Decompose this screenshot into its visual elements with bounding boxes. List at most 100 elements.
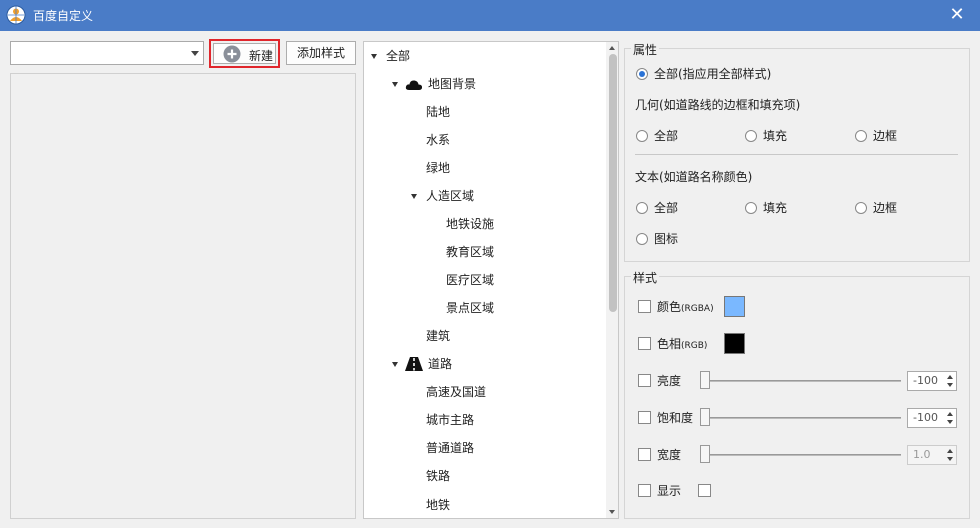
- brightness-label: 亮度: [657, 374, 682, 388]
- add-style-button[interactable]: 添加样式: [286, 41, 356, 65]
- radio-button[interactable]: [636, 130, 648, 142]
- color-swatch[interactable]: [724, 296, 745, 317]
- color-checkbox[interactable]: [638, 300, 651, 313]
- brightness-value: -100: [913, 374, 938, 387]
- saturation-slider-track[interactable]: [701, 417, 901, 419]
- radio-text-all-label: 全部: [654, 201, 679, 215]
- saturation-stepper[interactable]: -100: [907, 408, 957, 428]
- radio-geometry-border-label: 边框: [873, 129, 898, 143]
- radio-button[interactable]: [745, 202, 757, 214]
- new-button-highlight: 新建: [209, 39, 280, 68]
- stepper-up-icon[interactable]: [947, 375, 953, 379]
- visible-value-checkbox[interactable]: [698, 484, 711, 497]
- tree-item-normal-road[interactable]: 普通道路: [426, 438, 474, 458]
- radio-text-border[interactable]: 边框: [855, 199, 915, 217]
- color-label: 颜色(RGBA): [657, 298, 714, 315]
- tree-item-all[interactable]: 全部: [386, 46, 410, 66]
- new-button-label: 新建: [249, 49, 274, 63]
- tree-item-city-main[interactable]: 城市主路: [426, 410, 474, 430]
- color-label-text: 颜色: [657, 300, 682, 314]
- brightness-stepper[interactable]: -100: [907, 371, 957, 391]
- expand-triangle-icon[interactable]: [392, 82, 398, 87]
- tree-item-road[interactable]: 道路: [428, 354, 452, 374]
- title-bar: 百度自定义 ✕: [0, 0, 980, 31]
- tree-item-land[interactable]: 陆地: [426, 102, 450, 122]
- stepper-up-icon[interactable]: [947, 412, 953, 416]
- tree-item-education[interactable]: 教育区域: [446, 242, 494, 262]
- scroll-up-arrow-icon[interactable]: [609, 46, 615, 50]
- style-dropdown[interactable]: [10, 41, 204, 65]
- chevron-down-icon: [191, 51, 199, 56]
- brightness-checkbox[interactable]: [638, 374, 651, 387]
- style-tree[interactable]: 全部 地图背景 陆地 水系 绿地 人造区域 地铁设施 教育区域 医疗区域 景点区…: [363, 41, 619, 519]
- width-stepper[interactable]: 1.0: [907, 445, 957, 465]
- new-button[interactable]: 新建: [213, 43, 276, 64]
- window-title: 百度自定义: [33, 9, 94, 23]
- tree-scrollbar[interactable]: [606, 42, 618, 518]
- stepper-down-icon[interactable]: [947, 457, 953, 461]
- scrollbar-thumb[interactable]: [609, 54, 617, 312]
- tree-item-highway[interactable]: 高速及国道: [426, 382, 486, 402]
- saturation-checkbox[interactable]: [638, 411, 651, 424]
- stepper-up-icon[interactable]: [947, 449, 953, 453]
- style-group: 样式 颜色(RGBA) 色相(RGB) 亮度 -100 饱和度 -100 宽度 …: [624, 269, 970, 519]
- properties-title: 属性: [631, 41, 660, 58]
- stepper-down-icon[interactable]: [947, 420, 953, 424]
- radio-button[interactable]: [855, 130, 867, 142]
- saturation-slider-thumb[interactable]: [700, 408, 710, 426]
- radio-geometry-all-label: 全部: [654, 129, 679, 143]
- expand-triangle-icon[interactable]: [392, 362, 398, 367]
- radio-button-selected[interactable]: [636, 68, 648, 80]
- radio-text-fill-label: 填充: [763, 201, 788, 215]
- width-slider-thumb[interactable]: [700, 445, 710, 463]
- radio-all-styles-label: 全部(指应用全部样式): [654, 67, 772, 81]
- stepper-down-icon[interactable]: [947, 383, 953, 387]
- tree-item-map-background[interactable]: 地图背景: [428, 74, 476, 94]
- hue-swatch[interactable]: [724, 333, 745, 354]
- radio-geometry-all[interactable]: 全部: [636, 127, 696, 145]
- hue-checkbox[interactable]: [638, 337, 651, 350]
- tree-item-subway-facility[interactable]: 地铁设施: [446, 214, 494, 234]
- hue-label-suffix: (RGB): [681, 341, 708, 351]
- tree-item-medical[interactable]: 医疗区域: [446, 270, 494, 290]
- radio-geometry-border[interactable]: 边框: [855, 127, 915, 145]
- radio-button[interactable]: [636, 202, 648, 214]
- expand-triangle-icon[interactable]: [411, 194, 417, 199]
- tree-item-building[interactable]: 建筑: [426, 326, 450, 346]
- tree-item-green[interactable]: 绿地: [426, 158, 450, 178]
- visible-checkbox[interactable]: [638, 484, 651, 497]
- radio-text-fill[interactable]: 填充: [745, 199, 805, 217]
- geometry-section-title: 几何(如道路线的边框和填充项): [635, 98, 801, 112]
- hue-label: 色相(RGB): [657, 335, 707, 352]
- radio-geometry-fill[interactable]: 填充: [745, 127, 805, 145]
- radio-button[interactable]: [855, 202, 867, 214]
- road-icon: [405, 357, 423, 371]
- preview-panel: [10, 73, 356, 519]
- close-button[interactable]: ✕: [934, 0, 980, 31]
- properties-group: 属性 全部(指应用全部样式) 几何(如道路线的边框和填充项) 全部 填充 边框 …: [624, 41, 970, 262]
- saturation-label: 饱和度: [657, 411, 694, 425]
- close-icon: ✕: [949, 4, 965, 25]
- brightness-slider-track[interactable]: [701, 380, 901, 382]
- radio-text-all[interactable]: 全部: [636, 199, 696, 217]
- radio-button[interactable]: [745, 130, 757, 142]
- tree-item-scenic[interactable]: 景点区域: [446, 298, 494, 318]
- tree-item-subway[interactable]: 地铁: [426, 495, 450, 515]
- visible-label: 显示: [657, 484, 682, 498]
- tree-item-railway[interactable]: 铁路: [426, 466, 450, 486]
- radio-text-icon[interactable]: 图标: [636, 230, 696, 248]
- brightness-slider-thumb[interactable]: [700, 371, 710, 389]
- cloud-icon: [405, 80, 423, 90]
- tree-item-artificial[interactable]: 人造区域: [426, 186, 474, 206]
- width-checkbox[interactable]: [638, 448, 651, 461]
- width-slider-track[interactable]: [701, 454, 901, 456]
- divider: [635, 154, 958, 155]
- radio-button[interactable]: [636, 233, 648, 245]
- globe-user-icon: [6, 5, 26, 25]
- expand-triangle-icon[interactable]: [371, 54, 377, 59]
- tree-item-water[interactable]: 水系: [426, 130, 450, 150]
- plus-circle-icon: [223, 45, 241, 63]
- text-section-title: 文本(如道路名称颜色): [635, 170, 753, 184]
- scroll-down-arrow-icon[interactable]: [609, 510, 615, 514]
- radio-all-styles[interactable]: 全部(指应用全部样式): [636, 65, 836, 83]
